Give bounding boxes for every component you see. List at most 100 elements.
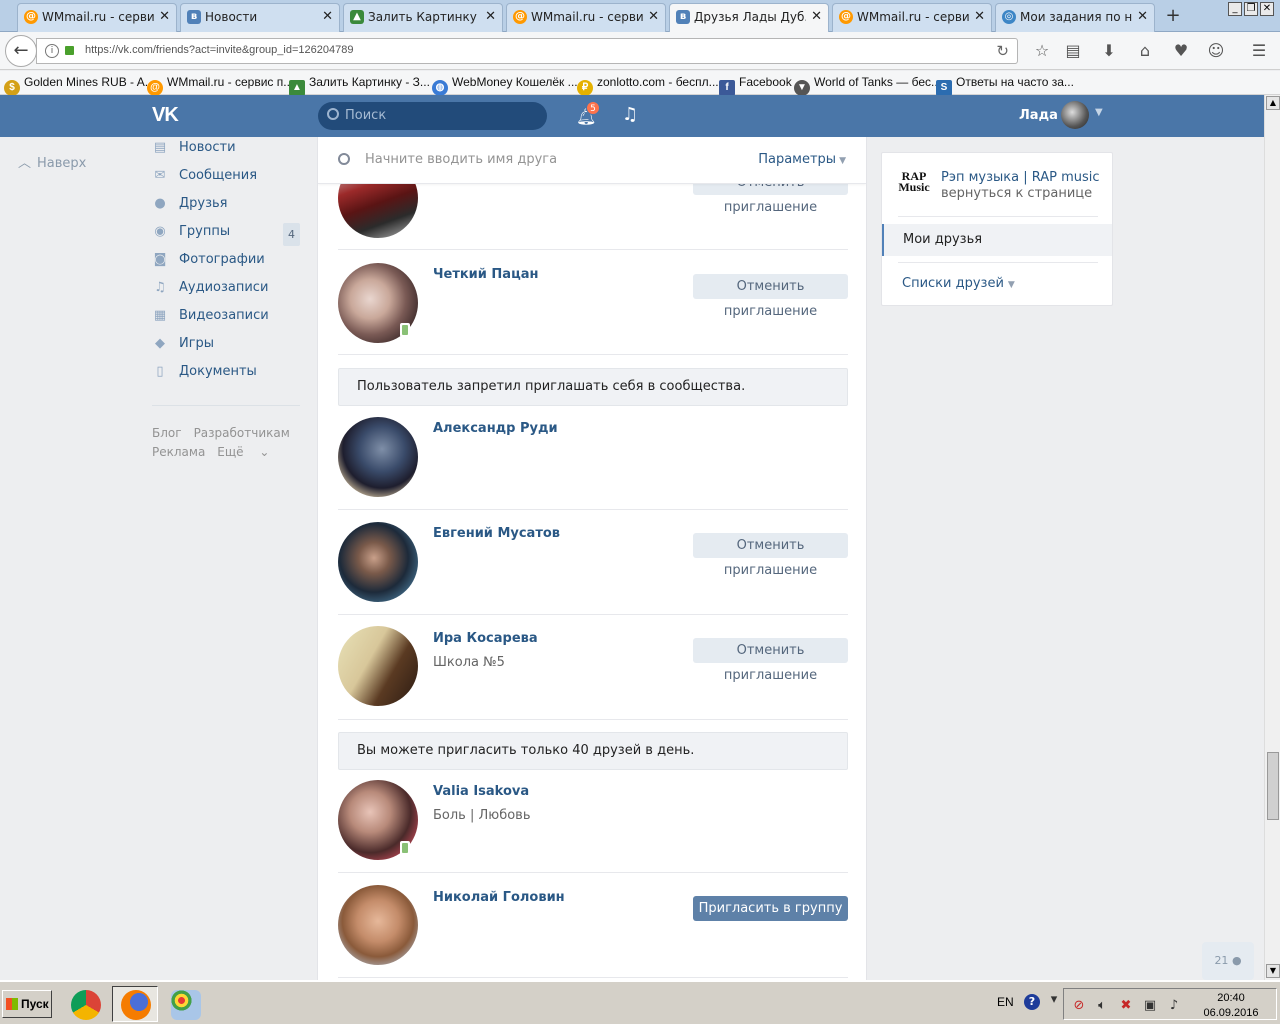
sidebar-item-messages[interactable]: ✉ Сообщения bbox=[150, 165, 302, 193]
bookmark-item[interactable]: S Ответы на часто за... bbox=[936, 75, 1074, 96]
bookmark-item[interactable]: f Facebook bbox=[719, 75, 792, 96]
friend-name[interactable]: Николай Головин bbox=[433, 890, 565, 905]
params-dropdown[interactable]: Параметры ▼ bbox=[758, 152, 846, 167]
friend-avatar[interactable] bbox=[338, 522, 418, 602]
site-info-icon[interactable]: i bbox=[45, 44, 59, 58]
browser-tab[interactable]: @ WMmail.ru - сервис... ✕ bbox=[506, 3, 666, 32]
start-button[interactable]: Пуск bbox=[2, 990, 52, 1018]
bookmark-item[interactable]: ▼ World of Tanks — бес... bbox=[794, 75, 941, 96]
menu-icon[interactable]: ☰ bbox=[1249, 41, 1269, 61]
close-tab-icon[interactable]: ✕ bbox=[159, 4, 170, 30]
chevron-down-icon[interactable]: ▼ bbox=[1095, 107, 1103, 118]
footer-link-blog[interactable]: Блог bbox=[152, 426, 182, 440]
scroll-up-arrow-icon[interactable]: ▲ bbox=[1266, 96, 1280, 110]
browser-tab[interactable]: ▲ Залить Картинку - ... ✕ bbox=[343, 3, 503, 32]
chat-online-button[interactable]: 21 ● bbox=[1202, 942, 1254, 980]
close-tab-icon[interactable]: ✕ bbox=[811, 4, 822, 30]
back-to-group-link[interactable]: вернуться к странице bbox=[941, 186, 1092, 201]
close-tab-icon[interactable]: ✕ bbox=[648, 4, 659, 30]
friend-name[interactable]: Ира Косарева bbox=[433, 631, 538, 646]
url-text[interactable]: https://vk.com/friends?act=invite&group_… bbox=[85, 44, 353, 56]
network-icon[interactable]: ▣ bbox=[1142, 998, 1158, 1014]
user-name[interactable]: Лада bbox=[1019, 108, 1058, 123]
friend-lists-dropdown[interactable]: Списки друзей ▼ bbox=[902, 276, 1015, 291]
bookmarks-list-icon[interactable]: ▤ bbox=[1063, 41, 1083, 61]
friend-name[interactable]: Александр Руди bbox=[433, 421, 558, 436]
bookmark-item[interactable]: @ WMmail.ru - сервис п... bbox=[147, 75, 293, 96]
notifications-bell-icon[interactable]: 🔔︎ 5 bbox=[576, 101, 600, 126]
back-button[interactable]: ← bbox=[5, 35, 37, 67]
tray-expand-icon[interactable]: ▾ bbox=[1046, 992, 1062, 1008]
bookmark-item[interactable]: $ Golden Mines RUB - A... bbox=[4, 75, 155, 96]
scroll-down-arrow-icon[interactable]: ▼ bbox=[1266, 964, 1280, 978]
address-bar[interactable]: i https://vk.com/friends?act=invite&grou… bbox=[36, 38, 1018, 64]
volume-icon[interactable]: 🔈︎ bbox=[1094, 998, 1110, 1014]
friend-avatar[interactable] bbox=[338, 885, 418, 965]
close-tab-icon[interactable]: ✕ bbox=[974, 4, 985, 30]
home-icon[interactable]: ⌂ bbox=[1135, 41, 1155, 61]
invite-to-group-button[interactable]: Пригласить в группу bbox=[693, 896, 848, 921]
sidebar-item-documents[interactable]: ▯ Документы bbox=[150, 361, 302, 389]
friend-name[interactable]: Valia Isakova bbox=[433, 784, 529, 799]
user-avatar[interactable] bbox=[1061, 101, 1089, 129]
bookmark-favicon-icon: $ bbox=[4, 80, 20, 96]
browser-tab[interactable]: @ WMmail.ru - сервис... ✕ bbox=[17, 3, 177, 32]
cancel-invite-button[interactable]: Отменить приглашение bbox=[693, 533, 848, 578]
bookmark-star-icon[interactable]: ☆ bbox=[1032, 41, 1052, 61]
antivirus-icon[interactable]: ⊘ bbox=[1071, 998, 1087, 1014]
sidebar-item-news[interactable]: ▤ Новости bbox=[150, 137, 302, 165]
minimize-window-button[interactable]: _ bbox=[1228, 2, 1242, 16]
friend-avatar[interactable] bbox=[338, 626, 418, 706]
network-error-icon[interactable]: ✖ bbox=[1118, 998, 1134, 1014]
language-indicator[interactable]: EN bbox=[997, 995, 1014, 1009]
page-scrollbar[interactable]: ▲ ▼ bbox=[1264, 95, 1280, 980]
downloads-icon[interactable]: ⬇ bbox=[1099, 41, 1119, 61]
pocket-icon[interactable]: ♥ bbox=[1171, 41, 1191, 61]
browser-tab[interactable]: в Новости ✕ bbox=[180, 3, 340, 32]
footer-link-ads[interactable]: Реклама bbox=[152, 445, 205, 459]
browser-tab-active[interactable]: в Друзья Лады Дуб... ✕ bbox=[669, 3, 829, 33]
sidebar-item-games[interactable]: ◆ Игры bbox=[150, 333, 302, 361]
sidebar-item-photos[interactable]: ◙ Фотографии bbox=[150, 249, 302, 277]
new-tab-button[interactable]: + bbox=[1163, 4, 1183, 28]
speaker-icon[interactable]: ♪ bbox=[1166, 998, 1182, 1014]
bookmark-item[interactable]: ▲ Залить Картинку - З... bbox=[289, 75, 430, 96]
sidebar-menu: ▤ Новости ✉ Сообщения ● Друзья ◉ Группы 4 ◙ Фо… bbox=[150, 137, 302, 389]
my-friends-filter[interactable]: Мои друзья bbox=[882, 224, 1112, 256]
group-logo[interactable]: RAP Music bbox=[896, 170, 932, 199]
taskbar-clock[interactable]: 20:40 06.09.2016 bbox=[1196, 991, 1266, 1021]
taskbar-chrome[interactable] bbox=[62, 986, 108, 1022]
back-to-top-button[interactable]: ︿ Наверх bbox=[18, 152, 86, 171]
friend-avatar[interactable] bbox=[338, 417, 418, 497]
vk-logo[interactable]: VK bbox=[152, 104, 186, 128]
scrollbar-thumb[interactable] bbox=[1267, 752, 1279, 820]
group-name-link[interactable]: Рэп музыка | RAP music bbox=[941, 170, 1100, 185]
taskbar-firefox[interactable] bbox=[112, 986, 158, 1022]
footer-link-developers[interactable]: Разработчикам bbox=[194, 426, 290, 440]
close-tab-icon[interactable]: ✕ bbox=[322, 4, 333, 30]
taskbar-paint[interactable] bbox=[162, 986, 208, 1022]
bookmark-item[interactable]: ◍ WebMoney Кошелёк ... bbox=[432, 75, 578, 96]
vk-search-input[interactable]: Поиск bbox=[318, 102, 547, 130]
sidebar-item-groups[interactable]: ◉ Группы 4 bbox=[150, 221, 302, 249]
cancel-invite-button[interactable]: Отменить приглашение bbox=[693, 638, 848, 683]
restore-window-button[interactable]: ❐ bbox=[1244, 2, 1258, 16]
browser-tab[interactable]: ◎ Мои задания по на... ✕ bbox=[995, 3, 1155, 32]
reload-icon[interactable]: ↻ bbox=[996, 42, 1009, 60]
browser-tab[interactable]: @ WMmail.ru - сервис... ✕ bbox=[832, 3, 992, 32]
sidebar-item-audio[interactable]: ♫ Аудиозаписи bbox=[150, 277, 302, 305]
help-icon[interactable]: ? bbox=[1024, 994, 1040, 1010]
cancel-invite-button[interactable]: Отменить приглашение bbox=[693, 274, 848, 319]
bookmark-item[interactable]: ₽ zonlotto.com - беспл... bbox=[577, 75, 719, 96]
footer-link-more[interactable]: Ещё ⌄ bbox=[217, 445, 269, 459]
close-window-button[interactable]: ✕ bbox=[1260, 2, 1274, 16]
close-tab-icon[interactable]: ✕ bbox=[1137, 4, 1148, 30]
sidebar-item-friends[interactable]: ● Друзья bbox=[150, 193, 302, 221]
friend-name[interactable]: Евгений Мусатов bbox=[433, 526, 560, 541]
close-tab-icon[interactable]: ✕ bbox=[485, 4, 496, 30]
sidebar-item-video[interactable]: ▦ Видеозаписи bbox=[150, 305, 302, 333]
chat-icon[interactable]: ☺ bbox=[1206, 41, 1226, 61]
music-icon[interactable]: ♫ bbox=[622, 104, 638, 125]
friend-name[interactable]: Четкий Пацан bbox=[433, 267, 538, 282]
friend-search-input[interactable]: Начните вводить имя друга bbox=[365, 152, 557, 167]
